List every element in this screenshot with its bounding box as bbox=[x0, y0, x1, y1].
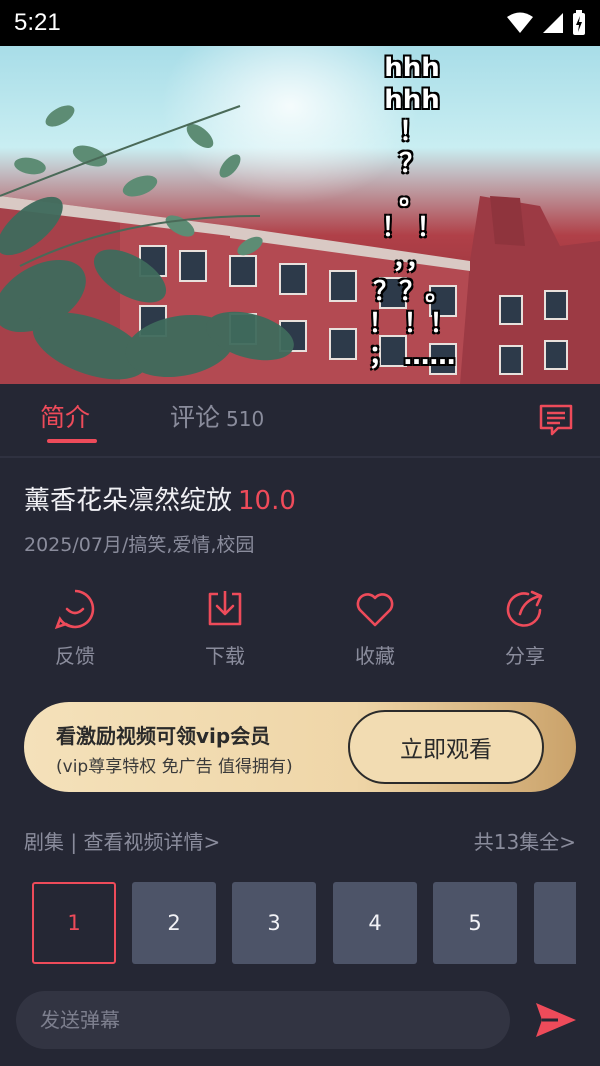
video-title: 薰香花朵凛然绽放 bbox=[24, 486, 233, 516]
comments-count: 510 bbox=[226, 407, 265, 431]
favorite-label: 收藏 bbox=[355, 644, 395, 668]
episode-list[interactable]: 1 2 3 4 5 6 bbox=[32, 882, 576, 966]
episode-item[interactable]: 3 bbox=[232, 882, 316, 964]
manga-line: 。 bbox=[398, 181, 425, 211]
leaves-illustration bbox=[0, 105, 294, 380]
episode-item[interactable]: 5 bbox=[433, 882, 517, 964]
download-button[interactable]: 下载 bbox=[175, 588, 275, 669]
video-title-row: 薰香花朵凛然绽放 10.0 bbox=[24, 480, 296, 517]
share-label: 分享 bbox=[505, 644, 545, 668]
share-icon bbox=[506, 590, 543, 627]
feedback-button[interactable]: 反馈 bbox=[25, 588, 125, 669]
danmaku-list-icon[interactable] bbox=[538, 403, 574, 437]
episodes-total-link[interactable]: 共13集全> bbox=[474, 826, 576, 855]
wifi-icon bbox=[507, 12, 533, 33]
watch-now-button[interactable]: 立即观看 bbox=[348, 710, 544, 784]
video-score: 10.0 bbox=[238, 486, 296, 516]
status-bar: 5:21 bbox=[0, 0, 600, 46]
episode-item[interactable]: 1 bbox=[32, 882, 116, 964]
video-player[interactable]: hhh hhh ！ ？ 。 ！ ！ ，， ？？。 ！ ！！ ； …… bbox=[0, 46, 600, 384]
manga-line: hhh bbox=[384, 53, 440, 83]
feedback-icon bbox=[54, 589, 95, 630]
tab-comments[interactable]: 评论 510 bbox=[170, 398, 264, 434]
manga-line: ，， bbox=[392, 245, 432, 275]
manga-line: ！ ！！ bbox=[368, 309, 456, 339]
episode-item[interactable]: 6 bbox=[534, 882, 576, 964]
download-icon bbox=[208, 591, 242, 626]
action-bar: 反馈 下载 收藏 分享 bbox=[0, 588, 600, 678]
feedback-label: 反馈 bbox=[55, 644, 95, 668]
manga-line: hhh bbox=[384, 85, 440, 115]
banner-title: 看激励视频可领vip会员 bbox=[56, 724, 271, 748]
favorite-button[interactable]: 收藏 bbox=[325, 588, 425, 669]
manga-line: ； …… bbox=[368, 341, 456, 371]
manga-line: ！ bbox=[398, 117, 425, 147]
manga-line: ？？。 bbox=[372, 277, 451, 307]
signal-icon bbox=[543, 13, 563, 33]
download-label: 下载 bbox=[205, 644, 245, 668]
video-meta: 2025/07月/搞笑,爱情,校园 bbox=[24, 534, 255, 556]
danmaku-input[interactable] bbox=[16, 991, 510, 1049]
manga-line: ！ ！ bbox=[381, 213, 443, 243]
battery-charging-icon bbox=[573, 10, 585, 35]
tab-active-indicator bbox=[47, 439, 97, 443]
heart-icon bbox=[356, 593, 394, 627]
vip-reward-banner[interactable]: 看激励视频可领vip会员 (vip尊享特权 免广告 值得拥有) 立即观看 bbox=[24, 702, 576, 792]
detail-tabs: 简介 评论 510 bbox=[0, 384, 600, 458]
status-icons bbox=[506, 10, 586, 36]
status-time: 5:21 bbox=[14, 9, 61, 36]
episodes-details-link[interactable]: 剧集 | 查看视频详情> bbox=[24, 826, 220, 855]
send-icon[interactable] bbox=[534, 1000, 578, 1040]
share-button[interactable]: 分享 bbox=[475, 588, 575, 669]
episode-item[interactable]: 4 bbox=[333, 882, 417, 964]
manga-line: ？ bbox=[398, 149, 425, 179]
manga-text-overlay: hhh hhh ！ ？ 。 ！ ！ ，， ？？。 ！ ！！ ； …… bbox=[362, 52, 462, 372]
tab-comments-label: 评论 bbox=[170, 403, 221, 432]
tab-intro[interactable]: 简介 bbox=[40, 398, 90, 434]
banner-subtitle: (vip尊享特权 免广告 值得拥有) bbox=[56, 757, 293, 777]
episode-item[interactable]: 2 bbox=[132, 882, 216, 964]
